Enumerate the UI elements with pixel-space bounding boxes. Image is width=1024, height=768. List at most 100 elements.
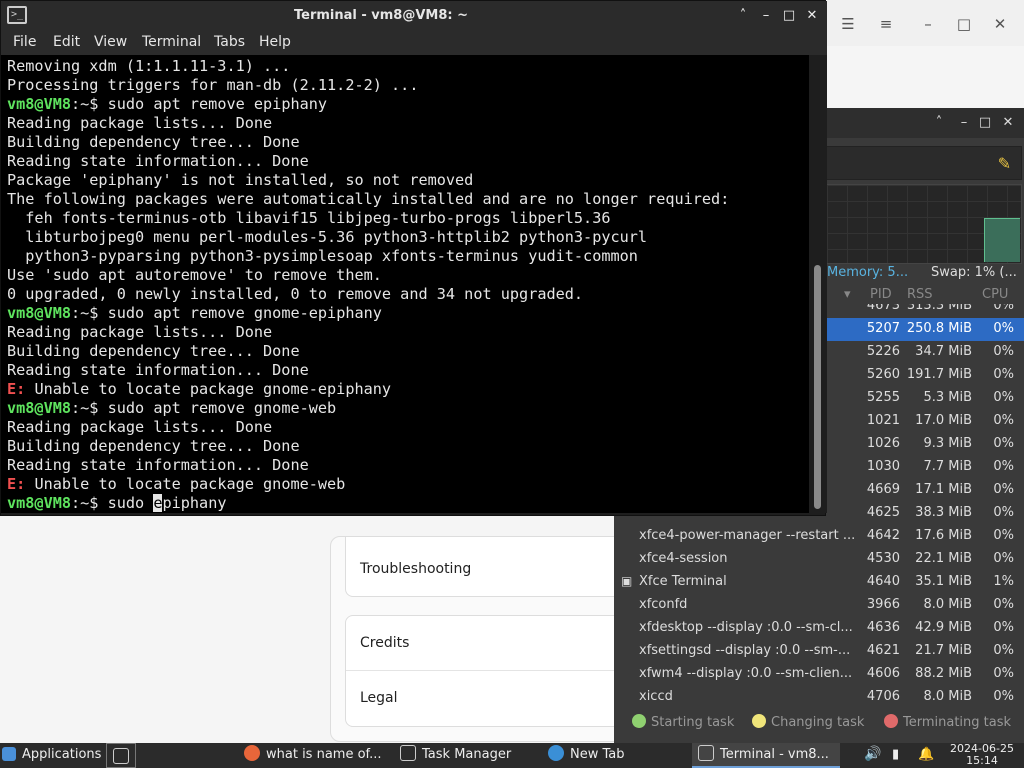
process-rss: 22.1 MiB — [915, 551, 972, 566]
output-text: Reading state information... Done — [7, 361, 309, 379]
library-icon[interactable]: ☰ — [836, 12, 860, 36]
scrollbar-thumb[interactable] — [814, 265, 821, 509]
prompt-user: vm8@VM8 — [7, 95, 72, 113]
error-text: Unable to locate package gnome-web — [25, 475, 346, 493]
process-cpu: 0% — [993, 551, 1014, 566]
minimize-icon[interactable]: – — [757, 7, 775, 25]
terminal-line: libturbojpeg0 menu perl-modules-5.36 pyt… — [7, 228, 809, 247]
output-text: python3-pyparsing python3-pysimplesoap x… — [7, 247, 638, 265]
output-text: Reading package lists... Done — [7, 114, 273, 132]
terminal-line: Processing triggers for man-db (2.11.2-2… — [7, 76, 809, 95]
taskbar-item-firefox[interactable]: what is name of... — [244, 743, 394, 768]
memory-graph — [826, 184, 1022, 264]
process-rss: 191.7 MiB — [906, 367, 972, 382]
taskbar-item-terminal[interactable]: Terminal - vm8... — [692, 743, 840, 768]
hamburger-menu-icon[interactable]: ≡ — [874, 12, 898, 36]
terminating-dot-icon — [884, 714, 898, 728]
maximize-icon[interactable]: □ — [952, 12, 976, 36]
taskbar-item-new-tab[interactable]: New Tab — [548, 743, 688, 768]
rss-column-header[interactable]: RSS — [907, 287, 933, 302]
volume-icon[interactable]: 🔊 — [864, 743, 882, 768]
process-pid: 5260 — [866, 367, 900, 382]
process-pid: 4621 — [866, 643, 900, 658]
prompt-path: :~$ — [71, 95, 99, 113]
globe-icon — [548, 745, 564, 761]
process-pid: 4636 — [866, 620, 900, 635]
process-row[interactable]: xiccd 4706 8.0 MiB 0% — [614, 686, 1024, 708]
process-rss: 5.3 MiB — [923, 390, 972, 405]
terminal-error-line: E: Unable to locate package gnome-epipha… — [7, 380, 809, 399]
process-row[interactable]: xfce4-power-manager --restart ... 4642 17.… — [614, 525, 1024, 548]
clear-broom-icon[interactable]: ✎ — [998, 154, 1011, 173]
task-search-input[interactable]: ✎ — [826, 146, 1022, 180]
output-text: 0 upgraded, 0 newly installed, 0 to remo… — [7, 285, 584, 303]
chevron-up-icon[interactable]: ˄ — [734, 7, 752, 25]
menu-tabs[interactable]: Tabs — [214, 34, 245, 50]
minimize-icon[interactable]: – — [916, 12, 940, 36]
notification-bell-icon[interactable]: 🔔 — [918, 743, 934, 768]
process-pid: 4673 — [866, 304, 900, 313]
process-cpu: 0% — [993, 436, 1014, 451]
menu-terminal[interactable]: Terminal — [142, 34, 201, 50]
command-text: sudo apt remove epiphany — [98, 95, 328, 113]
process-rss: 9.3 MiB — [923, 436, 972, 451]
legend-starting: Starting task — [632, 714, 734, 730]
process-cpu: 0% — [993, 597, 1014, 612]
output-text: The following packages were automaticall… — [7, 190, 730, 208]
process-cpu: 0% — [993, 390, 1014, 405]
pid-column-header[interactable]: PID — [870, 287, 892, 302]
troubleshooting-row[interactable]: Troubleshooting — [346, 537, 634, 597]
applications-menu[interactable]: Applications — [2, 743, 102, 768]
terminal-command-line: vm8@VM8:~$ sudo apt remove gnome-web — [7, 399, 809, 418]
terminal-launcher[interactable] — [106, 743, 136, 768]
menu-view[interactable]: View — [94, 34, 127, 50]
maximize-icon[interactable]: □ — [976, 114, 994, 132]
terminal-scrollbar[interactable] — [809, 55, 827, 513]
process-row[interactable]: xfconfd 3966 8.0 MiB 0% — [614, 594, 1024, 617]
output-text: Package 'epiphany' is not installed, so … — [7, 171, 474, 189]
process-pid: 4706 — [866, 689, 900, 704]
error-text: Unable to locate package gnome-epiphany — [25, 380, 392, 398]
process-row[interactable]: xfsettingsd --display :0.0 --sm-... 4621 2… — [614, 640, 1024, 663]
minimize-icon[interactable]: – — [955, 114, 973, 132]
process-name: xfce4-power-manager --restart ... — [639, 528, 856, 543]
output-text: Use 'sudo apt autoremove' to remove them… — [7, 266, 382, 284]
error-tag: E: — [7, 475, 26, 493]
maximize-icon[interactable]: □ — [780, 7, 798, 25]
window-title: Terminal - vm8@VM8: ~ — [293, 8, 469, 23]
process-rss: 250.8 MiB — [906, 321, 972, 336]
process-row[interactable]: xfce4-session 4530 22.1 MiB 0% — [614, 548, 1024, 571]
terminal-output[interactable]: Removing xdm (1:1.1.11-3.1) ... Processin… — [1, 55, 809, 513]
memory-label: Memory: 5... — [827, 265, 909, 280]
close-icon[interactable]: ✕ — [803, 7, 821, 25]
process-rss: 8.0 MiB — [923, 689, 972, 704]
process-cpu: 0% — [993, 459, 1014, 474]
menu-file[interactable]: File — [13, 34, 36, 50]
credits-row[interactable]: Credits — [346, 616, 634, 671]
chevron-up-icon[interactable]: ˄ — [930, 114, 948, 132]
cpu-column-header[interactable]: CPU — [982, 287, 1008, 302]
terminal-titlebar[interactable]: >_ Terminal - vm8@VM8: ~ ˄ – □ ✕ — [1, 1, 827, 31]
close-icon[interactable]: ✕ — [999, 114, 1017, 132]
close-icon[interactable]: ✕ — [988, 12, 1012, 36]
output-text: Reading state information... Done — [7, 152, 309, 170]
legal-row[interactable]: Legal — [346, 671, 634, 726]
process-rss: 34.7 MiB — [915, 344, 972, 359]
process-cpu: 0% — [993, 482, 1014, 497]
process-row[interactable]: xfwm4 --display :0.0 --sm-clien... 4606 88… — [614, 663, 1024, 686]
menu-help[interactable]: Help — [259, 34, 291, 50]
command-input-text: sudo — [98, 494, 154, 512]
process-row[interactable]: xfdesktop --display :0.0 --sm-cl... 4636 4… — [614, 617, 1024, 640]
process-pid: 4625 — [866, 505, 900, 520]
clock[interactable]: 2024-06-25 15:14 — [946, 743, 1018, 767]
prompt-path: :~$ — [71, 494, 99, 512]
about-box-top: Troubleshooting — [345, 537, 635, 597]
process-row[interactable]: ▣ Xfce Terminal 4640 35.1 MiB 1% — [614, 571, 1024, 594]
sort-chevron-icon[interactable]: ▾ — [844, 287, 851, 302]
menu-edit[interactable]: Edit — [53, 34, 80, 50]
taskbar-item-task-manager[interactable]: Task Manager — [400, 743, 540, 768]
terminal-line: Reading package lists... Done — [7, 418, 809, 437]
battery-icon[interactable]: ▮ — [892, 743, 908, 768]
output-text: Reading package lists... Done — [7, 323, 273, 341]
terminal-line: Package 'epiphany' is not installed, so … — [7, 171, 809, 190]
